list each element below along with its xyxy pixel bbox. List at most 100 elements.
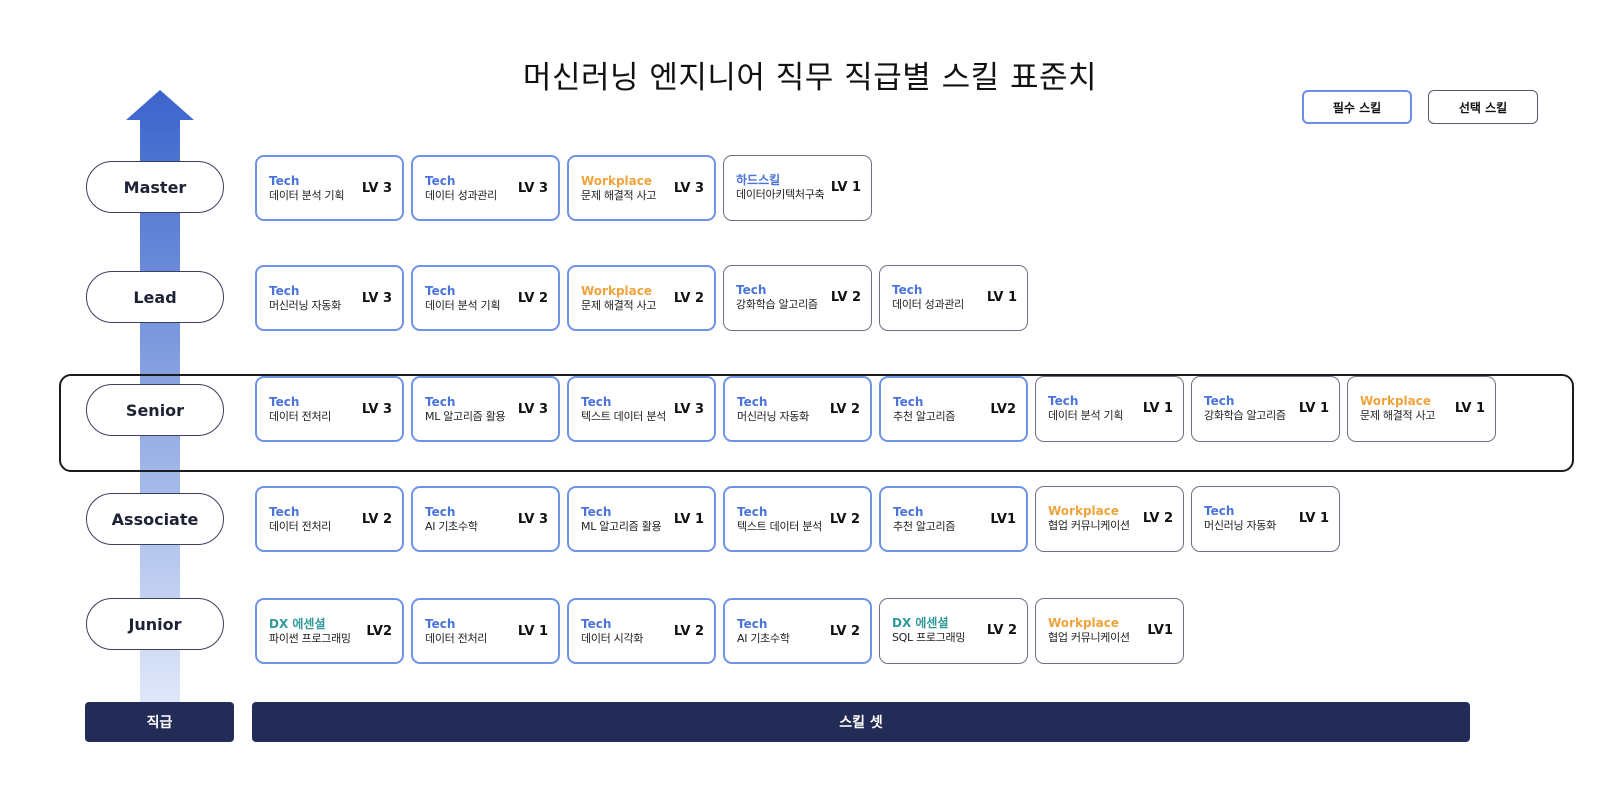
skill-category: Tech	[425, 395, 456, 409]
skill-name: 협업 커뮤니케이션	[1048, 631, 1130, 644]
skill-name: 데이터 전처리	[269, 410, 332, 423]
skill-name: AI 기초수학	[425, 520, 478, 533]
skill-card[interactable]: Workplace 문제 해결적 사고 LV 1	[1347, 376, 1496, 442]
skill-level: LV2	[366, 624, 392, 639]
skill-category: Tech	[737, 505, 768, 519]
skill-level: LV 2	[517, 291, 548, 306]
skill-card[interactable]: Tech 강화학습 알고리즘 LV 2	[723, 265, 872, 331]
skill-card[interactable]: Tech 데이터 분석 기획 LV 2	[411, 265, 560, 331]
level-lead[interactable]: Lead	[86, 271, 224, 323]
skill-level: LV 1	[517, 624, 548, 639]
skill-card[interactable]: 하드스킬 데이터아키텍처구축 LV 1	[723, 155, 872, 221]
skill-level: LV 1	[673, 512, 704, 527]
skill-card[interactable]: Tech 추천 알고리즘 LV1	[879, 486, 1028, 552]
skill-card[interactable]: Workplace 협업 커뮤니케이션 LV 2	[1035, 486, 1184, 552]
skill-card[interactable]: Tech 데이터 성과관리 LV 1	[879, 265, 1028, 331]
skill-card[interactable]: Tech 데이터 성과관리 LV 3	[411, 155, 560, 221]
skill-card[interactable]: Tech ML 알고리즘 활용 LV 3	[411, 376, 560, 442]
skill-category: 하드스킬	[736, 173, 781, 187]
skill-card[interactable]: Tech 데이터 전처리 LV 3	[255, 376, 404, 442]
skill-name: 데이터 시각화	[581, 632, 644, 645]
skill-name: 데이터 성과관리	[892, 298, 964, 311]
skill-level: LV 3	[673, 402, 704, 417]
skill-level: LV 2	[830, 290, 861, 305]
skill-category: Tech	[581, 395, 612, 409]
skill-category: DX 에센셜	[269, 617, 326, 631]
skill-category: Tech	[736, 283, 767, 297]
skill-level: LV 1	[830, 180, 861, 195]
skill-level: LV 3	[517, 181, 548, 196]
skill-name: 강화학습 알고리즘	[736, 298, 818, 311]
level-junior[interactable]: Junior	[86, 598, 224, 650]
skill-card[interactable]: DX 에센셜 SQL 프로그래밍 LV 2	[879, 598, 1028, 664]
skill-level: LV 2	[673, 291, 704, 306]
skill-card[interactable]: Tech 강화학습 알고리즘 LV 1	[1191, 376, 1340, 442]
required-skill-legend[interactable]: 필수 스킬	[1302, 90, 1412, 124]
skill-card[interactable]: Tech 데이터 시각화 LV 2	[567, 598, 716, 664]
level-master[interactable]: Master	[86, 161, 224, 213]
skill-level: LV1	[1147, 623, 1173, 638]
skill-card[interactable]: Tech 추천 알고리즘 LV2	[879, 376, 1028, 442]
skill-name: SQL 프로그래밍	[892, 631, 966, 644]
skill-category: Tech	[581, 505, 612, 519]
skill-card[interactable]: Tech 데이터 전처리 LV 2	[255, 486, 404, 552]
skill-level: LV 2	[829, 512, 860, 527]
skill-card[interactable]: Tech 머신러닝 자동화 LV 2	[723, 376, 872, 442]
skill-level: LV 3	[361, 181, 392, 196]
skill-level: LV 1	[1454, 401, 1485, 416]
skill-card[interactable]: Workplace 협업 커뮤니케이션 LV1	[1035, 598, 1184, 664]
skill-card[interactable]: Tech 텍스트 데이터 분석 LV 2	[723, 486, 872, 552]
skill-category: Tech	[425, 174, 456, 188]
skill-category: Workplace	[1360, 394, 1432, 408]
skill-name: 추천 알고리즘	[893, 520, 956, 533]
skill-name: ML 알고리즘 활용	[425, 410, 506, 423]
skill-level: LV 2	[673, 624, 704, 639]
skill-card[interactable]: Tech 데이터 분석 기획 LV 1	[1035, 376, 1184, 442]
skill-category: Tech	[269, 174, 300, 188]
skill-category: Tech	[892, 283, 923, 297]
skill-card[interactable]: Tech 머신러닝 자동화 LV 1	[1191, 486, 1340, 552]
skill-category: Tech	[425, 284, 456, 298]
skill-category: Workplace	[581, 174, 653, 188]
skill-card[interactable]: Workplace 문제 해결적 사고 LV 3	[567, 155, 716, 221]
skill-level: LV 2	[829, 402, 860, 417]
skill-name: 문제 해결적 사고	[581, 189, 657, 202]
skill-category: Workplace	[1048, 616, 1120, 630]
skillset-axis-label: 스킬 셋	[252, 702, 1470, 742]
skill-category: Tech	[893, 395, 924, 409]
skill-level: LV 2	[986, 623, 1017, 638]
skill-name: 데이터 전처리	[269, 520, 332, 533]
skill-category: Tech	[425, 505, 456, 519]
skill-card[interactable]: Tech 데이터 분석 기획 LV 3	[255, 155, 404, 221]
skill-name: 문제 해결적 사고	[581, 299, 657, 312]
skill-name: AI 기초수학	[737, 632, 790, 645]
level-senior[interactable]: Senior	[86, 384, 224, 436]
optional-skill-legend[interactable]: 선택 스킬	[1428, 90, 1538, 124]
skill-level: LV 2	[1142, 511, 1173, 526]
skill-card[interactable]: Tech ML 알고리즘 활용 LV 1	[567, 486, 716, 552]
skill-category: Workplace	[581, 284, 653, 298]
skill-card[interactable]: Tech 텍스트 데이터 분석 LV 3	[567, 376, 716, 442]
skill-name: 데이터 분석 기획	[269, 189, 345, 202]
skill-category: Tech	[269, 395, 300, 409]
skill-card[interactable]: Tech 데이터 전처리 LV 1	[411, 598, 560, 664]
skill-level: LV 3	[361, 291, 392, 306]
skill-name: 데이터 전처리	[425, 632, 488, 645]
skill-category: Tech	[269, 505, 300, 519]
skill-level: LV 2	[361, 512, 392, 527]
skill-category: Tech	[581, 617, 612, 631]
skill-level: LV 3	[517, 402, 548, 417]
skill-card[interactable]: Tech AI 기초수학 LV 3	[411, 486, 560, 552]
skill-level: LV 1	[1142, 401, 1173, 416]
skill-card[interactable]: Workplace 문제 해결적 사고 LV 2	[567, 265, 716, 331]
skill-card[interactable]: DX 에센셜 파이썬 프로그래밍 LV2	[255, 598, 404, 664]
skill-category: Workplace	[1048, 504, 1120, 518]
level-associate[interactable]: Associate	[86, 493, 224, 545]
skill-name: ML 알고리즘 활용	[581, 520, 662, 533]
skill-name: 문제 해결적 사고	[1360, 409, 1436, 422]
skill-card[interactable]: Tech AI 기초수학 LV 2	[723, 598, 872, 664]
skill-card[interactable]: Tech 머신러닝 자동화 LV 3	[255, 265, 404, 331]
skill-name: 협업 커뮤니케이션	[1048, 519, 1130, 532]
skill-category: Tech	[1048, 394, 1079, 408]
skill-name: 머신러닝 자동화	[737, 410, 809, 423]
